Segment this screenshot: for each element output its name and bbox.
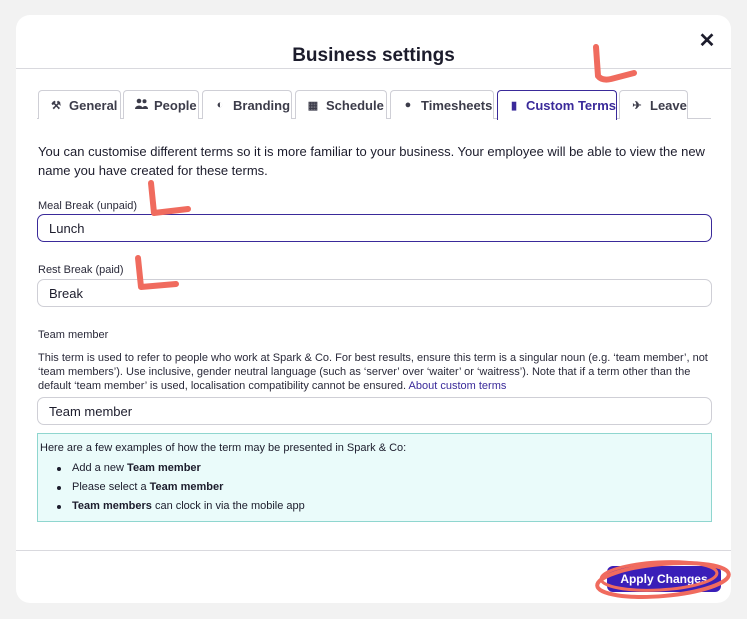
- book-icon: ▮: [510, 100, 517, 112]
- calendar-icon: ▦: [307, 99, 319, 112]
- apply-changes-button[interactable]: Apply Changes: [607, 566, 721, 592]
- close-button[interactable]: ✕: [696, 30, 718, 52]
- meal-break-label: Meal Break (unpaid): [38, 200, 138, 212]
- example-text: Please select a: [72, 481, 150, 493]
- about-custom-terms-link[interactable]: About custom terms: [409, 380, 507, 392]
- example-term: Team member: [149, 481, 224, 493]
- tab-label: Timesheets: [421, 97, 493, 113]
- tools-icon: ⚒: [51, 99, 61, 112]
- tab-branding[interactable]: ◐ Branding: [202, 90, 292, 119]
- header-divider: [16, 68, 731, 69]
- examples-intro: Here are a few examples of how the term …: [40, 442, 407, 454]
- modal-title: Business settings: [292, 45, 455, 66]
- clock-icon: ●: [404, 99, 412, 111]
- example-term: Team members: [72, 500, 152, 512]
- tab-custom-terms[interactable]: ▮ Custom Terms: [497, 90, 617, 120]
- list-item: Please select a Team member: [40, 478, 711, 497]
- rest-break-input[interactable]: [37, 279, 712, 307]
- palette-icon: ◐: [216, 99, 224, 111]
- team-member-label: Team member: [38, 329, 109, 341]
- meal-break-input[interactable]: [37, 214, 712, 242]
- tab-people[interactable]: People: [123, 90, 199, 119]
- footer-divider: [16, 550, 731, 551]
- tab-leave[interactable]: ✈ Leave: [619, 90, 688, 119]
- tab-label: Branding: [233, 97, 291, 113]
- close-icon: ✕: [698, 30, 716, 52]
- help-text: This term is used to refer to people who…: [38, 352, 708, 392]
- tab-label: Custom Terms: [525, 98, 616, 113]
- examples-list: Add a new Team member Please select a Te…: [40, 459, 711, 516]
- business-settings-modal: Business settings ✕ ⚒ General People ◐ B…: [16, 15, 731, 603]
- list-item: Add a new Team member: [40, 459, 711, 478]
- team-member-input[interactable]: [37, 397, 712, 425]
- examples-box: Here are a few examples of how the term …: [37, 433, 712, 522]
- tab-label: People: [154, 97, 197, 113]
- tab-label: Schedule: [326, 97, 384, 113]
- tab-general[interactable]: ⚒ General: [38, 90, 121, 119]
- people-icon: [133, 98, 149, 112]
- tab-label: Leave: [650, 97, 687, 113]
- tab-label: General: [69, 97, 118, 113]
- list-item: Team members can clock in via the mobile…: [40, 497, 711, 516]
- plane-icon: ✈: [632, 99, 642, 112]
- intro-text: You can customise different terms so it …: [38, 144, 705, 178]
- example-text: Add a new: [72, 462, 128, 474]
- rest-break-label: Rest Break (paid): [38, 264, 124, 276]
- tab-schedule[interactable]: ▦ Schedule: [295, 90, 387, 119]
- example-term: Team member: [127, 462, 201, 474]
- example-text: can clock in via the mobile app: [151, 500, 305, 512]
- team-member-help: This term is used to refer to people who…: [38, 351, 718, 393]
- tab-timesheets[interactable]: ● Timesheets: [390, 90, 494, 119]
